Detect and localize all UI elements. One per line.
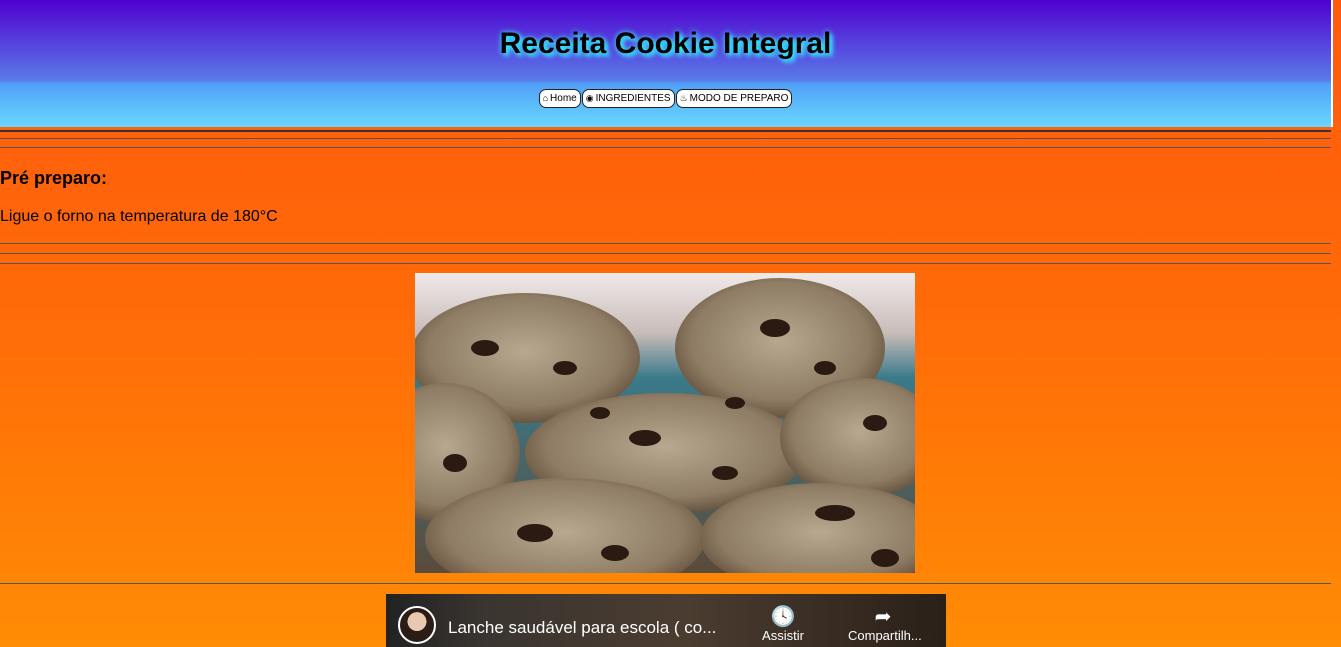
site-header: Receita Cookie Integral ⌂ Home ◉ INGREDIEN… bbox=[0, 0, 1333, 127]
channel-avatar[interactable] bbox=[398, 606, 436, 644]
nav-modo-de-preparo-label: MODO DE PREPARO bbox=[689, 93, 789, 104]
share-icon: ➦ bbox=[874, 606, 892, 628]
clock-icon: 🕓 bbox=[770, 606, 796, 628]
share-button[interactable]: ➦ Compartilh... bbox=[848, 606, 922, 643]
cookie-photo bbox=[415, 273, 915, 573]
divider bbox=[0, 138, 1331, 139]
main-nav: ⌂ Home ◉ INGREDIENTES ♨ MODO DE PREPARO bbox=[0, 89, 1331, 108]
divider bbox=[0, 263, 1331, 264]
nav-home-label: Home bbox=[550, 93, 577, 104]
divider bbox=[0, 253, 1331, 254]
divider bbox=[0, 147, 1331, 148]
cookie-icon: ◉ bbox=[585, 93, 594, 103]
divider bbox=[0, 243, 1331, 244]
nav-ingredientes-label: INGREDIENTES bbox=[595, 93, 671, 104]
share-label: Compartilh... bbox=[848, 628, 922, 643]
watch-later-label: Assistir ma... bbox=[762, 628, 804, 647]
section-title: Pré preparo: bbox=[0, 168, 108, 188]
home-icon: ⌂ bbox=[542, 93, 549, 103]
divider bbox=[0, 583, 1331, 584]
page-title: Receita Cookie Integral bbox=[499, 27, 832, 60]
section-text: Ligue o forno na temperatura de 180°C bbox=[0, 208, 278, 225]
watch-later-button[interactable]: 🕓 Assistir ma... bbox=[748, 606, 818, 647]
video-embed[interactable]: Lanche saudável para escola ( co... 🕓 As… bbox=[386, 594, 946, 647]
nav-modo-de-preparo-button[interactable]: ♨ MODO DE PREPARO bbox=[675, 89, 793, 108]
video-title[interactable]: Lanche saudável para escola ( co... bbox=[448, 618, 716, 638]
divider bbox=[0, 130, 1331, 132]
nav-home-button[interactable]: ⌂ Home bbox=[538, 89, 581, 108]
cooking-icon: ♨ bbox=[679, 93, 688, 103]
nav-ingredientes-button[interactable]: ◉ INGREDIENTES bbox=[581, 89, 675, 108]
